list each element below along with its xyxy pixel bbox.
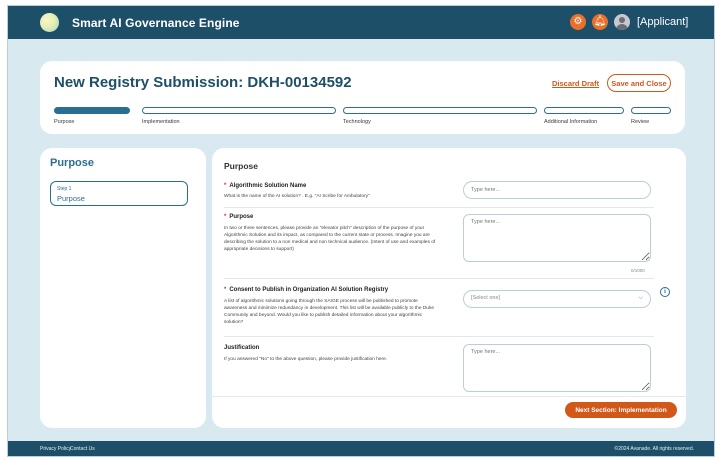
divider: [224, 278, 654, 279]
purpose-textarea[interactable]: [463, 214, 651, 262]
solution-name-input[interactable]: [463, 181, 651, 199]
section-title: Purpose: [224, 161, 259, 171]
chevron-down-icon: ⌵: [638, 295, 643, 301]
consent-select-value: [Select one]: [471, 295, 501, 301]
question-title-consent: * Consent to Publish in Organization AI S…: [224, 287, 389, 293]
step-bar-purpose[interactable]: [54, 107, 130, 114]
user-avatar-icon[interactable]: [614, 14, 630, 30]
question-title-justification: Justification: [224, 345, 260, 351]
consent-select[interactable]: [Select one] ⌵: [463, 290, 651, 308]
question-desc-consent: A list of algorithmic solutions going th…: [224, 299, 435, 325]
copyright-text: ©2024 Avanade. All rights reserved.: [614, 446, 694, 452]
sidebar-step-name: Purpose: [57, 194, 85, 203]
page-footer: Privacy Policy Contact Us ©2024 Avanade.…: [8, 441, 714, 456]
discard-draft-link[interactable]: Discard Draft: [552, 79, 599, 88]
step-bar-implementation[interactable]: [142, 107, 336, 114]
question-desc-purpose: In two or three sentences, please provid…: [224, 226, 436, 252]
user-role-label[interactable]: [Applicant]: [637, 16, 688, 28]
save-and-close-button[interactable]: Save and Close: [607, 74, 671, 92]
bell-icon[interactable]: 🔔︎: [592, 14, 608, 30]
question-title-purpose: * Purpose: [224, 214, 254, 220]
required-marker: *: [224, 287, 227, 293]
required-marker: *: [224, 214, 227, 220]
sidebar-title: Purpose: [50, 157, 95, 169]
step-bar-additional-information[interactable]: [544, 107, 624, 114]
form-panel: Purpose * Algorithmic Solution Name What …: [212, 148, 686, 428]
question-desc-name: What is the name of the AI solution? . E…: [224, 194, 370, 199]
gear-icon[interactable]: ⚙: [570, 14, 586, 30]
step-label-review: Review: [631, 119, 650, 125]
app-window: Smart AI Governance Engine ⚙ 🔔︎ [Applica…: [7, 5, 715, 457]
next-section-button[interactable]: Next Section: Implementation: [565, 402, 677, 418]
app-title: Smart AI Governance Engine: [72, 16, 240, 30]
justification-textarea[interactable]: [463, 344, 651, 392]
step-bar-review[interactable]: [631, 107, 671, 114]
question-title-name: * Algorithmic Solution Name: [224, 183, 307, 189]
character-counter: 0/1000: [631, 268, 645, 273]
divider: [224, 207, 654, 208]
sphere-logo-icon: [40, 13, 59, 32]
question-desc-justification: If you answered "No" to the above questi…: [224, 357, 388, 362]
submission-header-card: New Registry Submission: DKH-00134592 Di…: [40, 61, 685, 134]
footer-divider: [212, 396, 686, 397]
privacy-policy-link[interactable]: Privacy Policy: [40, 446, 71, 452]
section-sidebar: Purpose Step 1 Purpose: [40, 148, 206, 428]
required-marker: *: [224, 183, 227, 189]
step-label-purpose: Purpose: [54, 119, 75, 125]
divider: [224, 336, 654, 337]
top-bar: Smart AI Governance Engine ⚙ 🔔︎ [Applica…: [8, 6, 714, 39]
page-title: New Registry Submission: DKH-00134592: [54, 74, 352, 91]
step-label-technology: Technology: [343, 119, 371, 125]
step-label-additional-information: Additional Information: [544, 119, 598, 125]
sidebar-step-number: Step 1: [57, 186, 72, 192]
info-icon[interactable]: i: [660, 287, 670, 297]
contact-us-link[interactable]: Contact Us: [70, 446, 95, 452]
sidebar-step-purpose[interactable]: Step 1 Purpose: [50, 181, 188, 206]
step-bar-technology[interactable]: [343, 107, 537, 114]
step-label-implementation: Implementation: [142, 119, 180, 125]
